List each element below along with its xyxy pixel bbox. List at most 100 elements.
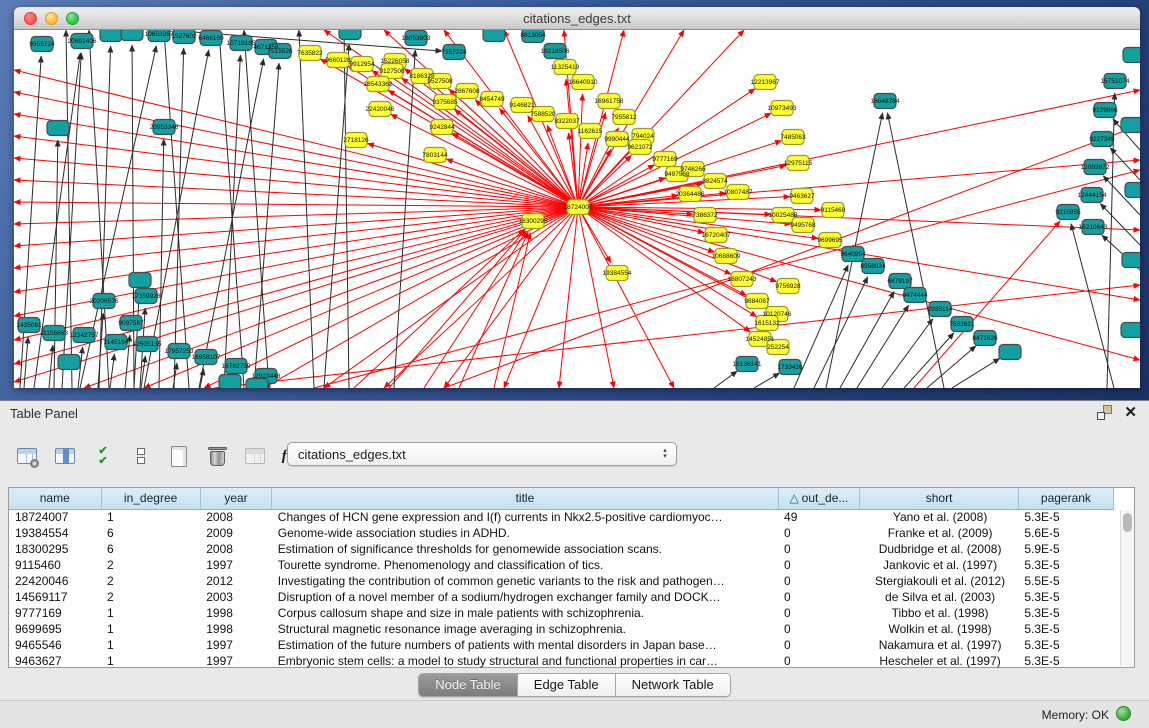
cell-title[interactable]: Investigating the contribution of common…	[272, 573, 778, 589]
delete-column-icon[interactable]	[204, 443, 230, 469]
cell-short[interactable]: Yano et al. (2008)	[860, 509, 1019, 525]
cell-in_degree[interactable]: 2	[101, 589, 200, 605]
table-row[interactable]: 969969511998Structural magnetic resonanc…	[9, 621, 1114, 637]
cell-pagerank[interactable]: 5.3E-5	[1018, 589, 1113, 605]
network-table-selector[interactable]: citations_edges.txt ▴▾	[287, 442, 677, 466]
cell-out_degree[interactable]: 0	[778, 637, 860, 653]
network-canvas[interactable]: 9355724206914061065326715276026466160107…	[14, 30, 1140, 388]
graph-edge[interactable]	[754, 373, 780, 388]
graph-edge[interactable]	[14, 207, 578, 292]
graph-edge[interactable]	[1110, 148, 1140, 180]
cell-title[interactable]: Estimation of significance thresholds fo…	[272, 541, 778, 557]
graph-edge[interactable]	[299, 30, 314, 388]
graph-node[interactable]	[1121, 323, 1140, 338]
cell-name[interactable]: 18300295	[9, 541, 101, 557]
table-row[interactable]: 946362711997Embryonic stem cells: a mode…	[9, 653, 1114, 669]
cell-pagerank[interactable]: 5.6E-5	[1018, 525, 1113, 541]
cell-year[interactable]: 1997	[200, 557, 272, 573]
cell-year[interactable]: 1997	[200, 637, 272, 653]
graph-edge[interactable]	[110, 354, 114, 388]
cell-title[interactable]: Disruption of a novel member of a sodium…	[272, 589, 778, 605]
graph-edge[interactable]	[244, 30, 269, 388]
table-scrollbar-thumb[interactable]	[1123, 513, 1132, 532]
graph-node[interactable]	[999, 345, 1021, 360]
cell-name[interactable]: 9699695	[9, 621, 101, 637]
graph-edge[interactable]	[857, 305, 909, 388]
graph-edge[interactable]	[98, 313, 103, 388]
cell-title[interactable]: Embryonic stem cells: a model to study s…	[272, 653, 778, 669]
cell-name[interactable]: 19384554	[9, 525, 101, 541]
cell-short[interactable]: Jankovic et al. (1997)	[860, 557, 1019, 573]
cell-short[interactable]: Nakamura et al. (1997)	[860, 637, 1019, 653]
cell-name[interactable]: 9777169	[9, 605, 101, 621]
table-row[interactable]: 946554611997Estimation of the future num…	[9, 637, 1114, 653]
cell-year[interactable]: 2012	[200, 573, 272, 589]
graph-edge[interactable]	[814, 277, 868, 388]
cell-short[interactable]: Stergiakouli et al. (2012)	[860, 573, 1019, 589]
cell-in_degree[interactable]: 6	[101, 525, 200, 541]
tab-network-table[interactable]: Network Table	[616, 674, 730, 696]
cell-year[interactable]: 2003	[200, 589, 272, 605]
cell-in_degree[interactable]: 6	[101, 541, 200, 557]
cell-title[interactable]: Estimation of the future numbers of pati…	[272, 637, 778, 653]
table-options-icon[interactable]	[14, 443, 40, 469]
graph-edge[interactable]	[927, 346, 976, 388]
graph-edge[interactable]	[199, 59, 264, 388]
cell-out_degree[interactable]: 0	[778, 605, 860, 621]
cell-pagerank[interactable]: 5.3E-5	[1018, 621, 1113, 637]
cell-out_degree[interactable]: 0	[778, 525, 860, 541]
graph-node[interactable]	[219, 375, 241, 389]
tab-edge-table[interactable]: Edge Table	[518, 674, 616, 696]
delete-table-icon[interactable]	[242, 443, 268, 469]
cell-title[interactable]: Structural magnetic resonance image aver…	[272, 621, 778, 637]
column-header-out_degree[interactable]: △out_de...	[778, 488, 860, 509]
close-panel-icon[interactable]: ✕	[1124, 405, 1137, 420]
cell-name[interactable]: 22420046	[9, 573, 101, 589]
cell-out_degree[interactable]: 0	[778, 589, 860, 605]
cell-short[interactable]: Hescheler et al. (1997)	[860, 653, 1019, 669]
cell-short[interactable]: Franke et al. (2009)	[860, 525, 1019, 541]
graph-node[interactable]	[47, 121, 69, 136]
cell-year[interactable]: 2008	[200, 509, 272, 525]
select-rows-icon[interactable]: ✔✔	[90, 443, 116, 469]
tab-node-table[interactable]: Node Table	[419, 674, 518, 696]
graph-node[interactable]	[1125, 183, 1140, 198]
graph-edge[interactable]	[452, 133, 578, 207]
cell-year[interactable]: 1998	[200, 621, 272, 637]
cell-pagerank[interactable]: 5.5E-5	[1018, 573, 1113, 589]
cell-short[interactable]: Tibbo et al. (1998)	[860, 605, 1019, 621]
cell-pagerank[interactable]: 5.9E-5	[1018, 541, 1113, 557]
graph-edge[interactable]	[559, 207, 578, 388]
cell-out_degree[interactable]: 49	[778, 509, 860, 525]
cell-in_degree[interactable]: 1	[101, 509, 200, 525]
graph-edge[interactable]	[132, 45, 134, 388]
cell-name[interactable]: 9463627	[9, 653, 101, 669]
row-height-icon[interactable]	[128, 443, 154, 469]
graph-node[interactable]	[1121, 118, 1140, 133]
window-titlebar[interactable]: citations_edges.txt	[14, 7, 1140, 30]
cell-pagerank[interactable]: 5.3E-5	[1018, 637, 1113, 653]
column-header-short[interactable]: short	[860, 488, 1019, 509]
graph-edge[interactable]	[714, 371, 737, 388]
memory-status-indicator[interactable]	[1116, 706, 1131, 721]
graph-node[interactable]	[129, 273, 151, 288]
graph-node[interactable]	[121, 30, 143, 41]
cell-name[interactable]: 9115460	[9, 557, 101, 573]
graph-edge[interactable]	[578, 90, 1140, 207]
cell-short[interactable]: Wolkin et al. (1998)	[860, 621, 1019, 637]
table-row[interactable]: 1830029562008Estimation of significance …	[9, 541, 1114, 557]
network-graph-svg[interactable]: 9355724206914061065326715276026466160107…	[14, 30, 1140, 388]
cell-name[interactable]: 14569117	[9, 589, 101, 605]
column-header-pagerank[interactable]: pagerank	[1018, 488, 1113, 509]
cell-out_degree[interactable]: 0	[778, 653, 860, 669]
cell-in_degree[interactable]: 2	[101, 573, 200, 589]
cell-year[interactable]: 2008	[200, 541, 272, 557]
cell-year[interactable]: 2009	[200, 525, 272, 541]
graph-edge[interactable]	[424, 231, 526, 388]
cell-short[interactable]: de Silva et al. (2003)	[860, 589, 1019, 605]
create-column-icon[interactable]	[166, 443, 192, 469]
cell-pagerank[interactable]: 5.3E-5	[1018, 509, 1113, 525]
table-row[interactable]: 1456911722003Disruption of a novel membe…	[9, 589, 1114, 605]
cell-in_degree[interactable]: 2	[101, 557, 200, 573]
cell-pagerank[interactable]: 5.3E-5	[1018, 557, 1113, 573]
